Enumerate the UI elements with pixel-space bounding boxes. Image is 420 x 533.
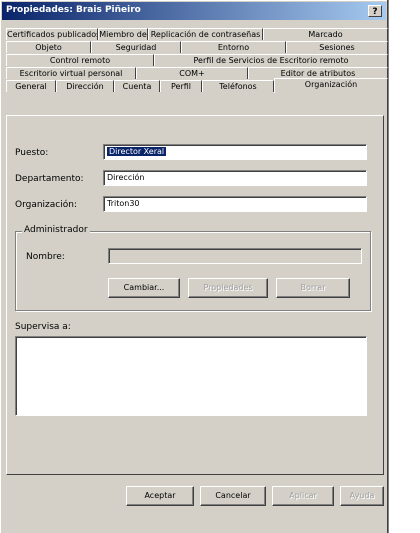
organizacion-field[interactable]: Triton30	[103, 196, 367, 212]
tab-telefonos[interactable]: Teléfonos	[202, 80, 274, 92]
tab-direccion[interactable]: Dirección	[56, 80, 114, 92]
tab-cuenta[interactable]: Cuenta	[114, 80, 160, 92]
departamento-field[interactable]: Dirección	[103, 170, 367, 186]
nombre-label: Nombre:	[26, 252, 65, 262]
tab-escritorio-virtual-personal[interactable]: Escritorio virtual personal	[6, 67, 136, 79]
tab-marcado[interactable]: Marcado	[263, 28, 388, 40]
tab-control-remoto[interactable]: Control remoto	[6, 54, 154, 66]
organizacion-label: Organización:	[15, 200, 77, 210]
administrador-group: Administrador Nombre: Cambiar... Propied…	[15, 225, 371, 311]
tab-general[interactable]: General	[6, 80, 56, 92]
tab-objeto[interactable]: Objeto	[6, 41, 91, 53]
organizacion-panel: Puesto: Director Xeral Departamento: Dir…	[6, 115, 384, 475]
supervisa-label: Supervisa a:	[15, 322, 71, 332]
properties-dialog: Propiedades: Brais Piñeiro ? Certificado…	[0, 0, 389, 533]
tab-organizacion[interactable]: Organización	[274, 78, 388, 93]
nombre-field[interactable]	[108, 248, 362, 264]
administrador-legend: Administrador	[22, 225, 90, 235]
supervisa-list[interactable]	[15, 336, 367, 416]
departamento-label: Departamento:	[15, 174, 84, 184]
window-title: Propiedades: Brais Piñeiro	[6, 5, 141, 15]
propiedades-button[interactable]: Propiedades	[188, 278, 268, 298]
tab-com-plus[interactable]: COM+	[136, 67, 248, 79]
tab-entorno[interactable]: Entorno	[181, 41, 286, 53]
puesto-label: Puesto:	[15, 148, 49, 158]
tab-perfil-servicios-escritorio-remoto[interactable]: Perfil de Servicios de Escritorio remoto	[154, 54, 388, 66]
puesto-value: Director Xeral	[107, 147, 167, 156]
tab-perfil[interactable]: Perfil	[160, 80, 202, 92]
aplicar-button[interactable]: Aplicar	[272, 486, 334, 506]
aceptar-button[interactable]: Aceptar	[126, 486, 194, 506]
tab-sesiones[interactable]: Sesiones	[286, 41, 388, 53]
puesto-field[interactable]: Director Xeral	[103, 144, 367, 160]
borrar-button[interactable]: Borrar	[276, 278, 350, 298]
tab-miembro-de[interactable]: Miembro de	[98, 28, 148, 40]
tab-certificados-publicados[interactable]: Certificados publicados	[6, 28, 98, 40]
title-bar: Propiedades: Brais Piñeiro ?	[2, 2, 386, 20]
ayuda-button[interactable]: Ayuda	[340, 486, 384, 506]
help-button[interactable]: ?	[368, 5, 382, 17]
cancelar-button[interactable]: Cancelar	[200, 486, 266, 506]
tab-seguridad[interactable]: Seguridad	[91, 41, 181, 53]
cambiar-button[interactable]: Cambiar...	[108, 278, 180, 298]
tab-replicacion-contrasenas[interactable]: Replicación de contraseñas	[148, 28, 263, 40]
